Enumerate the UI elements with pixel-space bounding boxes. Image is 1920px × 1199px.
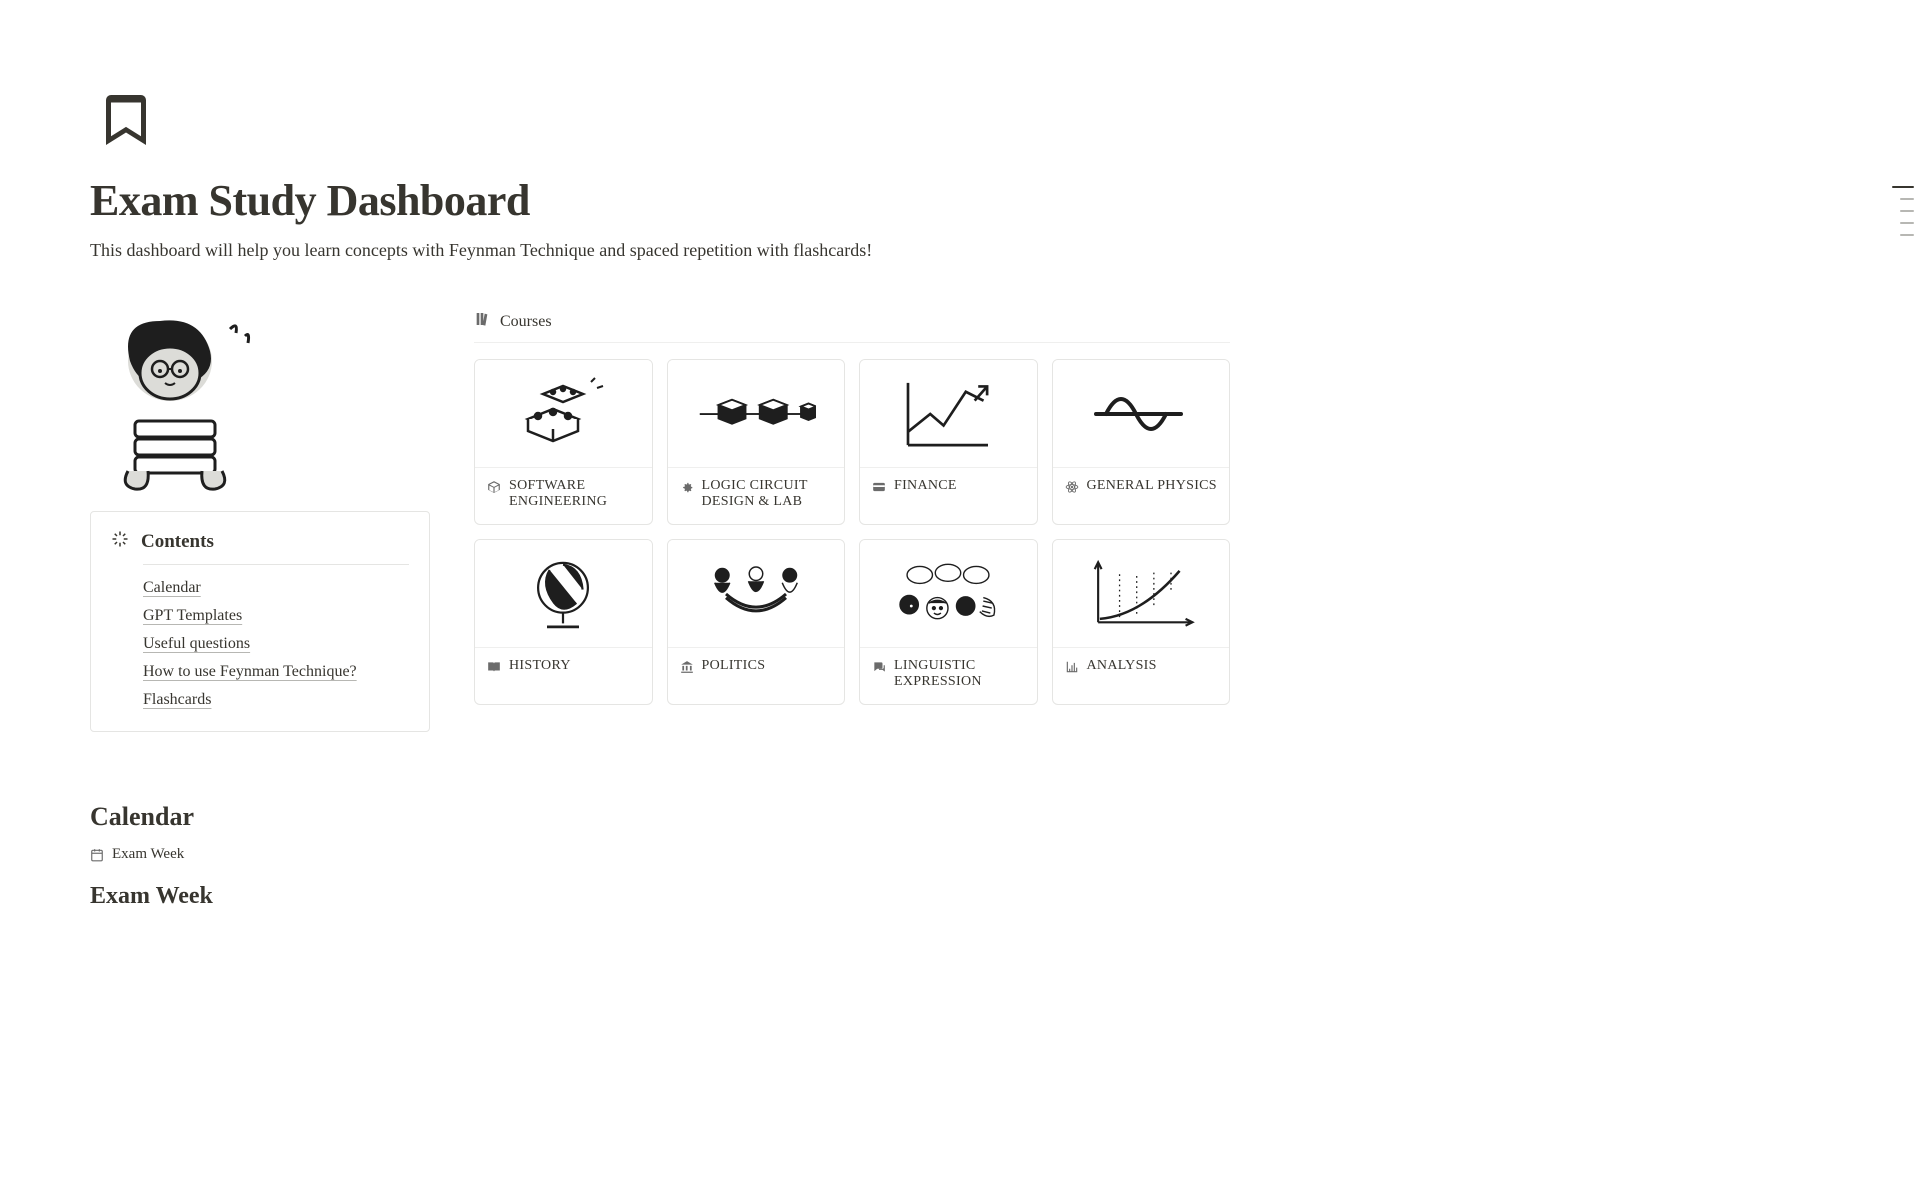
contents-link[interactable]: Flashcards xyxy=(143,691,211,709)
card-label-text: HISTORY xyxy=(509,658,571,674)
card-label-text: ANALYSIS xyxy=(1087,658,1157,674)
course-card-analysis[interactable]: ANALYSIS xyxy=(1052,539,1231,705)
chart-icon xyxy=(1065,660,1079,674)
course-card-general-physics[interactable]: GENERAL PHYSICS xyxy=(1052,359,1231,525)
card-label-text: GENERAL PHYSICS xyxy=(1087,478,1217,494)
atom-icon xyxy=(1065,480,1079,494)
calendar-heading: Calendar xyxy=(90,802,1230,832)
page-title: Exam Study Dashboard xyxy=(90,175,1230,226)
course-card-history[interactable]: HISTORY xyxy=(474,539,653,705)
course-card-software-engineering[interactable]: SOFTWARE ENGINEERING xyxy=(474,359,653,525)
sparkle-icon xyxy=(111,530,129,554)
exam-week-title: Exam Week xyxy=(90,883,1230,910)
card-label-text: POLITICS xyxy=(702,658,766,674)
card-label-text: SOFTWARE ENGINEERING xyxy=(509,478,640,510)
courses-heading-label: Courses xyxy=(500,313,552,331)
contents-link[interactable]: GPT Templates xyxy=(143,607,242,625)
card-illustration xyxy=(475,360,652,468)
course-card-politics[interactable]: POLITICS xyxy=(667,539,846,705)
course-card-logic-circuit[interactable]: LOGIC CIRCUIT DESIGN & LAB xyxy=(667,359,846,525)
card-illustration xyxy=(668,360,845,468)
card-illustration xyxy=(1053,360,1230,468)
card-illustration xyxy=(1053,540,1230,648)
cube-icon xyxy=(487,480,501,494)
card-label-text: LOGIC CIRCUIT DESIGN & LAB xyxy=(702,478,833,510)
book-open-icon xyxy=(487,660,501,674)
contents-link[interactable]: Useful questions xyxy=(143,635,250,653)
contents-box: Contents Calendar GPT Templates Useful q… xyxy=(90,511,430,732)
contents-heading: Contents xyxy=(141,531,214,553)
study-illustration xyxy=(100,311,280,501)
card-illustration xyxy=(860,360,1037,468)
bookmark-icon xyxy=(96,90,1230,155)
card-illustration xyxy=(860,540,1037,648)
card-icon xyxy=(872,480,886,494)
courses-header[interactable]: Courses xyxy=(474,311,1230,343)
gear-icon xyxy=(680,480,694,494)
institution-icon xyxy=(680,660,694,674)
course-card-finance[interactable]: FINANCE xyxy=(859,359,1038,525)
page-outline-indicator[interactable] xyxy=(1892,186,1914,236)
chat-icon xyxy=(872,660,886,674)
calendar-icon xyxy=(90,848,104,862)
library-icon xyxy=(474,311,490,332)
page-subtitle: This dashboard will help you learn conce… xyxy=(90,240,1230,261)
contents-link[interactable]: How to use Feynman Technique? xyxy=(143,663,357,681)
exam-week-tab-label: Exam Week xyxy=(112,846,184,863)
course-card-linguistic[interactable]: LINGUISTIC EXPRESSION xyxy=(859,539,1038,705)
card-label-text: LINGUISTIC EXPRESSION xyxy=(894,658,1025,690)
contents-link[interactable]: Calendar xyxy=(143,579,201,597)
exam-week-tab[interactable]: Exam Week xyxy=(90,846,1230,863)
card-illustration xyxy=(668,540,845,648)
card-label-text: FINANCE xyxy=(894,478,957,494)
card-illustration xyxy=(475,540,652,648)
